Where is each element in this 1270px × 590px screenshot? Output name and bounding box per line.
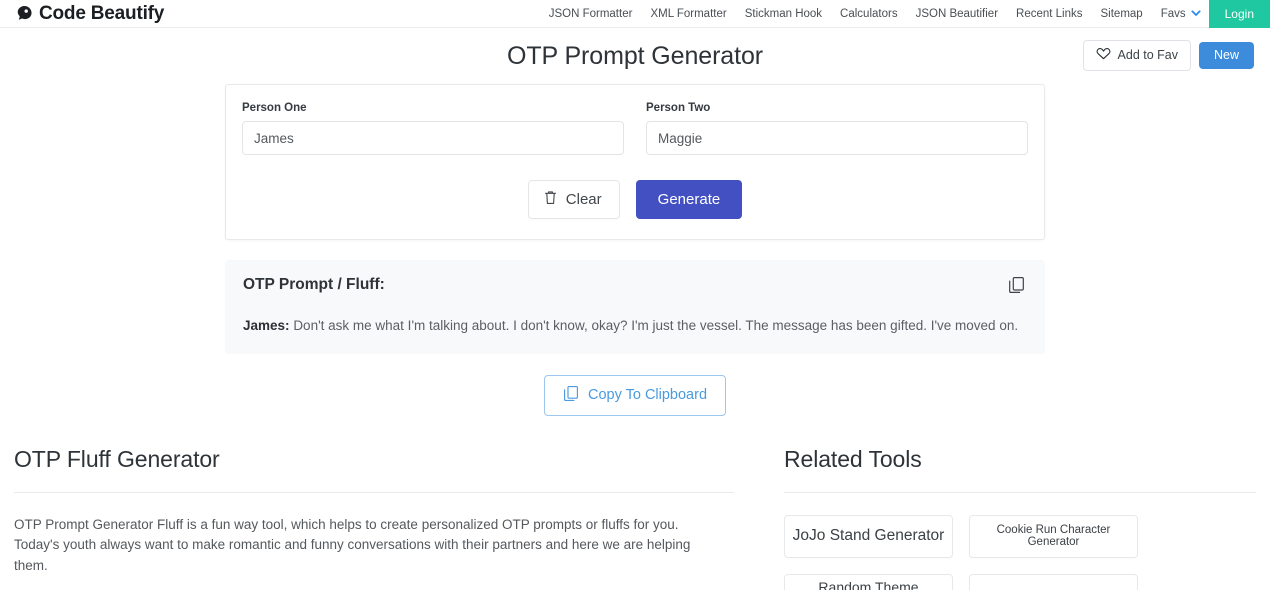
form-buttons-row: Clear Generate <box>242 180 1028 219</box>
article-paragraph-1: OTP Prompt Generator Fluff is a fun way … <box>14 516 691 574</box>
person-one-field-group: Person One <box>242 102 624 155</box>
add-to-fav-button[interactable]: Add to Fav <box>1082 40 1191 71</box>
result-fluff-text: Don't ask me what I'm talking about. I d… <box>293 318 1019 333</box>
article-divider <box>14 491 734 493</box>
related-tool-card[interactable]: Random Theme Generator <box>784 573 953 590</box>
page-header: OTP Prompt Generator Add to Fav New <box>0 28 1270 74</box>
copy-icon <box>1008 277 1025 297</box>
nav-favs-dropdown[interactable]: Favs <box>1152 8 1209 20</box>
person-two-field-group: Person Two <box>646 102 1028 155</box>
nav-link-stickman-hook[interactable]: Stickman Hook <box>736 0 831 28</box>
trash-icon <box>544 190 557 209</box>
new-button[interactable]: New <box>1198 41 1254 70</box>
nav-link-recent-links[interactable]: Recent Links <box>1007 0 1091 28</box>
nav-link-sitemap[interactable]: Sitemap <box>1092 0 1152 28</box>
result-panel-header: OTP Prompt / Fluff: <box>243 276 1027 294</box>
related-tool-card[interactable]: Cookie Run Character Generator <box>969 514 1138 558</box>
brand-logo-link[interactable]: Code Beautify <box>0 4 164 24</box>
name-fields-row: Person One Person Two <box>242 102 1028 155</box>
nav-link-json-beautifier[interactable]: JSON Beautifier <box>907 0 1007 28</box>
login-button[interactable]: Login <box>1208 0 1270 28</box>
related-tool-card[interactable]: JoJo Stand Generator <box>784 514 953 558</box>
result-title: OTP Prompt / Fluff: <box>243 276 385 293</box>
result-speaker: James: <box>243 318 290 333</box>
clipboard-copy-icon <box>563 385 579 406</box>
related-tools-divider <box>784 491 1256 493</box>
clipboard-row: Copy To Clipboard <box>0 374 1270 416</box>
article-column: OTP Fluff Generator OTP Prompt Generator… <box>14 446 734 590</box>
clear-button[interactable]: Clear <box>527 180 620 219</box>
person-one-input[interactable] <box>242 121 624 155</box>
person-one-label: Person One <box>242 102 307 114</box>
nav-link-xml-formatter[interactable]: XML Formatter <box>641 0 735 28</box>
result-panel: OTP Prompt / Fluff: James: Don't ask me … <box>225 260 1045 354</box>
chevron-down-icon <box>1191 8 1201 17</box>
lower-content: OTP Fluff Generator OTP Prompt Generator… <box>0 446 1270 590</box>
brand-name: Code Beautify <box>39 3 165 24</box>
main-content: Person One Person Two Clear Generate <box>0 84 1270 590</box>
nav-favs-label: Favs <box>1160 7 1186 20</box>
nav-link-calculators[interactable]: Calculators <box>831 0 907 28</box>
result-text: James: Don't ask me what I'm talking abo… <box>243 316 1027 336</box>
copy-to-clipboard-button[interactable]: Copy To Clipboard <box>543 374 727 416</box>
copy-to-clipboard-label: Copy To Clipboard <box>587 387 708 404</box>
related-tools-column: Related Tools JoJo Stand Generator Cooki… <box>774 446 1256 590</box>
navbar-links: JSON Formatter XML Formatter Stickman Ho… <box>540 0 1270 28</box>
code-beautify-logo-icon <box>14 4 36 24</box>
related-tool-card[interactable]: Random Billing Address <box>969 573 1138 590</box>
page-header-actions: Add to Fav New <box>1082 40 1254 71</box>
article-title: OTP Fluff Generator <box>14 445 220 472</box>
related-tools-grid: JoJo Stand Generator Cookie Run Characte… <box>784 514 1256 590</box>
copy-result-icon-button[interactable] <box>1006 276 1027 294</box>
top-navbar: Code Beautify JSON Formatter XML Formatt… <box>0 0 1270 28</box>
person-two-label: Person Two <box>646 102 711 114</box>
nav-link-json-formatter[interactable]: JSON Formatter <box>540 0 642 28</box>
generator-form-card: Person One Person Two Clear Generate <box>225 84 1045 240</box>
heart-icon <box>1096 47 1111 64</box>
add-to-fav-label: Add to Fav <box>1117 47 1178 62</box>
person-two-input[interactable] <box>646 121 1028 155</box>
related-tools-title: Related Tools <box>784 445 922 472</box>
generate-button[interactable]: Generate <box>635 180 743 219</box>
page-title: OTP Prompt Generator <box>507 42 763 70</box>
clear-button-label: Clear <box>565 191 602 208</box>
